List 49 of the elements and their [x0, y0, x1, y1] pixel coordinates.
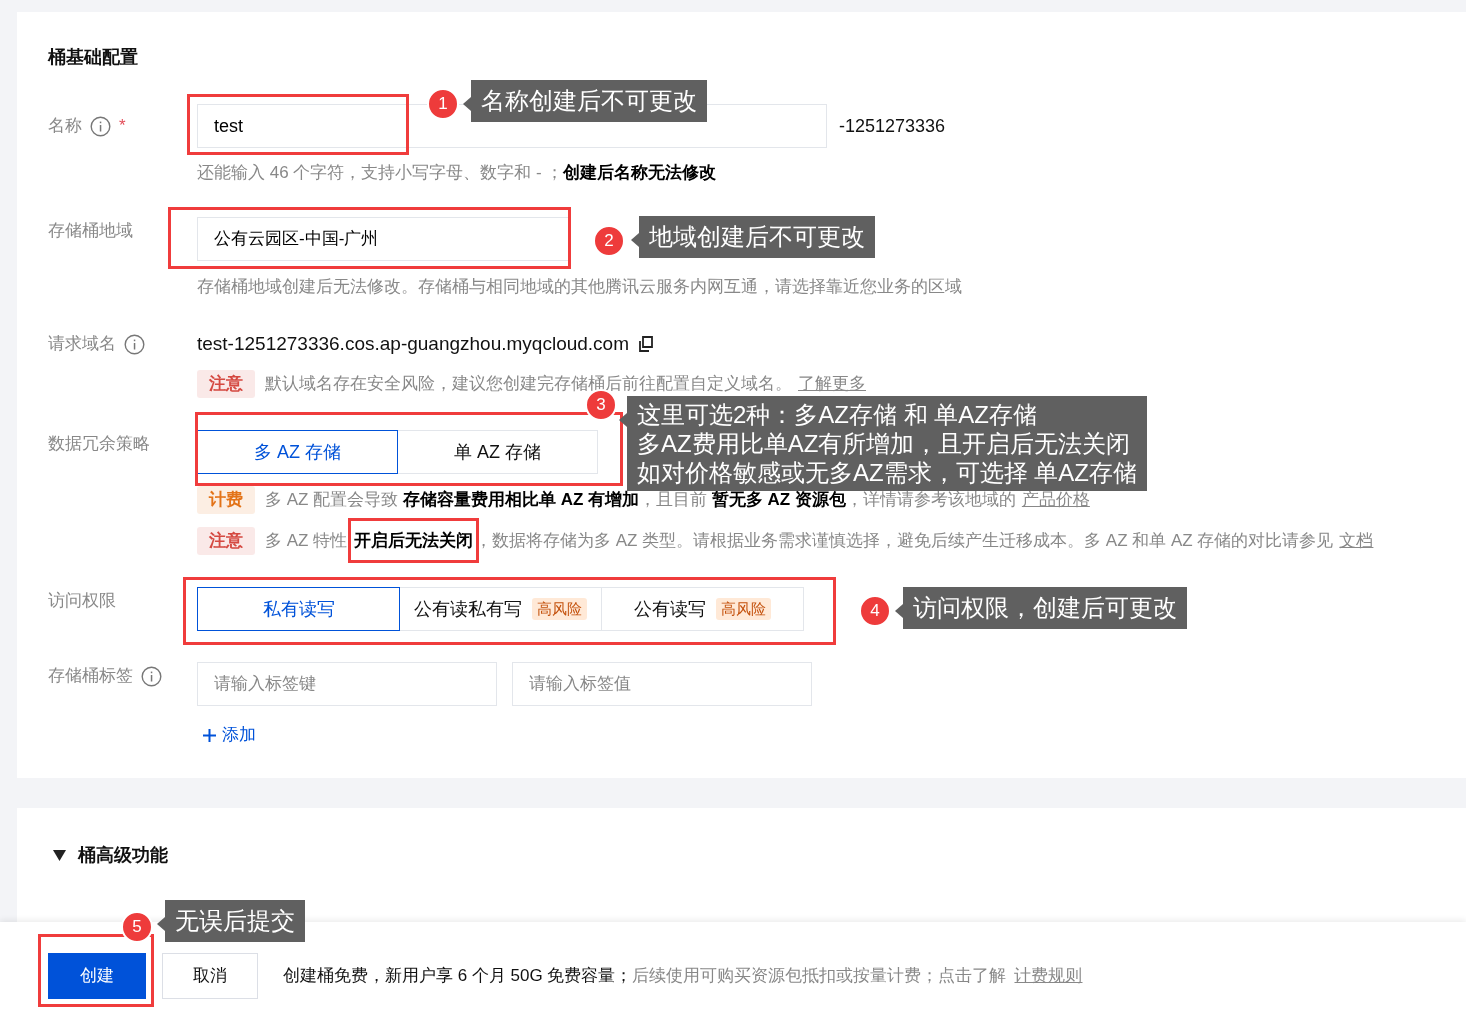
risk-badge: 高风险: [532, 597, 587, 621]
region-select[interactable]: 公有云园区-中国-广州: [197, 217, 570, 261]
copy-icon[interactable]: [639, 336, 653, 352]
field-label: 存储桶地域: [48, 220, 133, 243]
link[interactable]: 产品价格: [1021, 487, 1090, 513]
callout-text: 多AZ费用比单AZ有所增加，且开启后无法关闭: [637, 429, 1132, 458]
callout-text: 访问权限，创建后可更改: [913, 593, 1177, 623]
required-mark: *: [119, 115, 126, 138]
notice-text: 多 AZ 特性 开启后无法关闭，数据将存储为多 AZ 类型。请根据业务需求谨慎选择，避免后续产生迁移成本。多 AZ 和单 AZ 存储的对比请参见: [265, 513, 1334, 569]
option-tab[interactable]: 私有读写: [197, 587, 400, 631]
tag-value-input[interactable]: 请输入标签值: [512, 662, 812, 706]
notice-text: 多 AZ 配置会导致 存储容量费用相比单 AZ 有增加，且目前 暂无多 AZ 资源包，详情请参考该地域的: [265, 489, 1016, 512]
field-label: 访问权限: [48, 590, 116, 613]
notice-tag: 注意: [197, 370, 255, 398]
field-label: 名称: [48, 115, 82, 138]
footer-note: 后续使用可购买资源包抵扣或按量计费；点击了解: [632, 965, 1007, 988]
callout-text: 地域创建后不可更改: [649, 222, 865, 252]
create-button[interactable]: 创建: [48, 953, 146, 999]
tag-key-input[interactable]: 请输入标签键: [197, 662, 497, 706]
field-label: 请求域名: [48, 333, 116, 356]
callout-text: 这里可选2种：多AZ存储 和 单AZ存储: [637, 400, 1039, 429]
info-icon[interactable]: [124, 333, 145, 355]
callout-text: 无误后提交: [175, 906, 295, 936]
link[interactable]: 计费规则: [1014, 963, 1083, 989]
appid-suffix: -1251273336: [839, 114, 946, 138]
section-title: 桶高级功能: [78, 843, 168, 867]
info-icon[interactable]: [141, 665, 162, 687]
notice-tag: 注意: [197, 527, 255, 555]
link[interactable]: 文档: [1339, 528, 1374, 554]
add-tag-button[interactable]: 添加: [203, 723, 256, 747]
hint-text: 存储桶地域创建后无法修改。存储桶与相同地域的其他腾讯云服务内网互通，请选择靠近您业务的区域: [197, 276, 962, 298]
plus-icon: [203, 728, 216, 742]
notice-tag: 计费: [197, 486, 255, 514]
callout-text: 如对价格敏感或无多AZ需求，可选择 单AZ存储: [637, 458, 1137, 487]
risk-badge: 高风险: [716, 597, 771, 621]
field-label: 数据冗余策略: [48, 433, 150, 456]
hint-text: 还能输入 46 个字符，支持小写字母、数字和 - ；创建后名称无法修改: [197, 162, 718, 184]
link[interactable]: 了解更多: [798, 371, 866, 397]
footer-note: 创建桶免费，新用户享 6 个月 50G 免费容量；: [283, 965, 633, 988]
option-tab[interactable]: 多 AZ 存储: [197, 430, 398, 474]
domain-text: test-1251273336.cos.ap-guangzhou.myqcloud.com: [197, 331, 629, 356]
info-icon[interactable]: [90, 115, 111, 137]
section-title: 桶基础配置: [48, 46, 139, 69]
field-label: 存储桶标签: [48, 665, 133, 688]
cancel-button[interactable]: 取消: [162, 953, 258, 999]
option-tab[interactable]: 公有读私有写 高风险: [399, 587, 602, 631]
option-tab[interactable]: 单 AZ 存储: [397, 430, 598, 474]
collapse-icon[interactable]: [53, 848, 66, 862]
option-tab[interactable]: 公有读写 高风险: [601, 587, 804, 631]
